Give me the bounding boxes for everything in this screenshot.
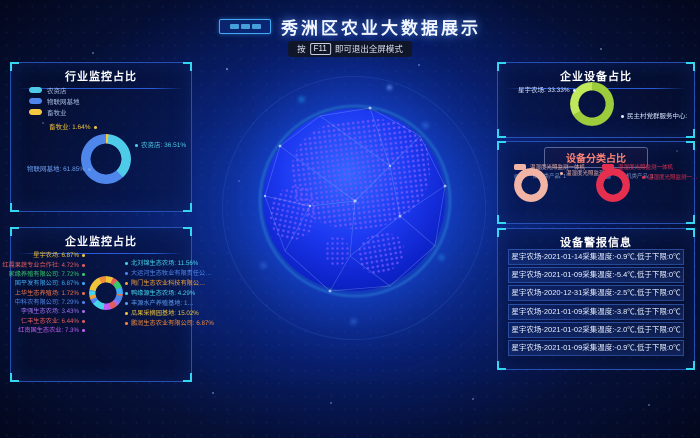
chart-label: 丰源水产养殖基地: 1…	[125, 301, 194, 307]
device-donut-chart[interactable]	[570, 82, 614, 126]
panel-enterprise-monitor-ratio: 企业监控占比 星宇农场: 6.87% 红霞果蔬专业合作社: 4.72% 家缘养殖…	[10, 227, 192, 382]
panel-enterprise-device-ratio: 企业设备占比 星宇农场: 33.33% 民主村党群服务中心:	[497, 62, 695, 138]
chart-label: 家缘养殖有限公司: 7.72%	[9, 272, 85, 278]
tip-suffix: 即可退出全屏模式	[335, 43, 403, 55]
chart-label: 星宇农场: 33.33%	[518, 88, 576, 95]
chart-label: 温湿度光照监测一…	[642, 176, 698, 182]
legend-swatch	[29, 87, 42, 93]
category-left-donut-chart[interactable]	[514, 168, 548, 202]
f11-key: F11	[310, 43, 331, 55]
alarm-list-item: 星宇农场-2021-01-09采集温度:-5.4℃,低于下限:0℃	[508, 267, 684, 283]
chart-label: 北刘锦生态农场: 11.56%	[125, 261, 198, 267]
chart-label: 民主村党群服务中心:	[621, 114, 687, 121]
alarm-list-item: 星宇农场-2021-01-14采集温度:-0.9℃,低于下限:0℃	[508, 249, 684, 265]
chart-label: 农资店: 36.51%	[135, 143, 186, 150]
alarm-list-item: 星宇农场-2021-01-02采集温度:-2.0℃,低于下限:0℃	[508, 322, 684, 338]
panel-device-alarm-info: 设备警报信息 星宇农场-2021-01-14采集温度:-0.9℃,低于下限:0℃…	[497, 228, 695, 370]
chart-label: 红霞果蔬专业合作社: 4.72%	[2, 263, 85, 269]
category-right-donut-chart[interactable]	[596, 168, 630, 202]
chart-label: 中科农有限公司: 7.29%	[15, 300, 85, 306]
legend-label: 温湿度光照监测一体机	[618, 163, 673, 171]
industry-donut-chart[interactable]	[81, 134, 131, 184]
brand-logo	[219, 19, 271, 34]
chart-label: 上华生态养殖场: 1.72%	[15, 291, 85, 297]
enterprise-donut-chart[interactable]	[89, 276, 123, 310]
tip-prefix: 按	[297, 43, 306, 55]
page-header: 秀洲区农业大数据展示	[0, 14, 700, 39]
chart-label: 仁丰生态农业: 6.44%	[21, 319, 85, 325]
legend-label: 农资店	[47, 85, 67, 95]
globe-rim-glow	[259, 105, 451, 297]
alarm-list-item: 星宇农场-2021-01-09采集温度:-3.8℃,低于下限:0℃	[508, 304, 684, 320]
chart-label: 国平发有限公司: 6.87%	[15, 281, 85, 287]
legend-label: 畜牧业	[47, 107, 67, 117]
panel-industry-monitor-ratio: 行业监控占比 农资店 物联网基地 畜牧业 畜牧业: 1.64% 农资店: 36.…	[10, 62, 192, 212]
chart-label: 大运河生态牧业有限责任公…	[125, 271, 211, 277]
page-title: 秀洲区农业大数据展示	[281, 14, 481, 39]
chart-label: 物联网基地: 61.85%	[27, 167, 91, 174]
alarm-list-item: 星宇农场-2021-01-09采集温度:-0.9℃,低于下限:0℃	[508, 340, 684, 356]
chart-label: 红南国生态农业: 7.3%	[18, 328, 85, 334]
legend-item[interactable]: 物联网基地	[29, 96, 80, 106]
chart-label: 星宇农场: 6.87%	[33, 253, 85, 259]
legend-swatch	[29, 98, 42, 104]
legend-item[interactable]: 农资店	[29, 85, 67, 95]
dashboard: 秀洲区农业大数据展示 按 F11 即可退出全屏模式 行业监控占比 农资店 物联网…	[0, 0, 700, 438]
chart-label: 鸭缘源生态农场: 4.29%	[125, 291, 195, 297]
chart-label: 李强生态农场: 3.43%	[21, 309, 85, 315]
chart-label: 陶门生态农业科技有限公…	[125, 281, 205, 287]
chart-label: 瓜果采摘园基地: 15.02%	[125, 311, 199, 317]
fullscreen-tooltip: 按 F11 即可退出全屏模式	[288, 41, 412, 57]
glow-particles	[0, 0, 3, 3]
legend-label: 物联网基地	[47, 96, 80, 106]
panel-title: 企业监控占比	[11, 228, 191, 253]
legend-item[interactable]: 畜牧业	[29, 107, 67, 117]
panel-device-category-ratio: 设备分类占比 温湿度光照监测一体机 一体机类产品: 1 温湿度光照监测一… 温湿…	[497, 141, 695, 224]
chart-label: 畜牧业: 1.64%	[49, 125, 97, 132]
chart-label: 鹏润生态农业有限公司: 6.87%	[125, 321, 214, 327]
legend-swatch	[29, 109, 42, 115]
alarm-list-item: 星宇农场-2020-12-31采集温度:-2.5℃,低于下限:0℃	[508, 285, 684, 301]
